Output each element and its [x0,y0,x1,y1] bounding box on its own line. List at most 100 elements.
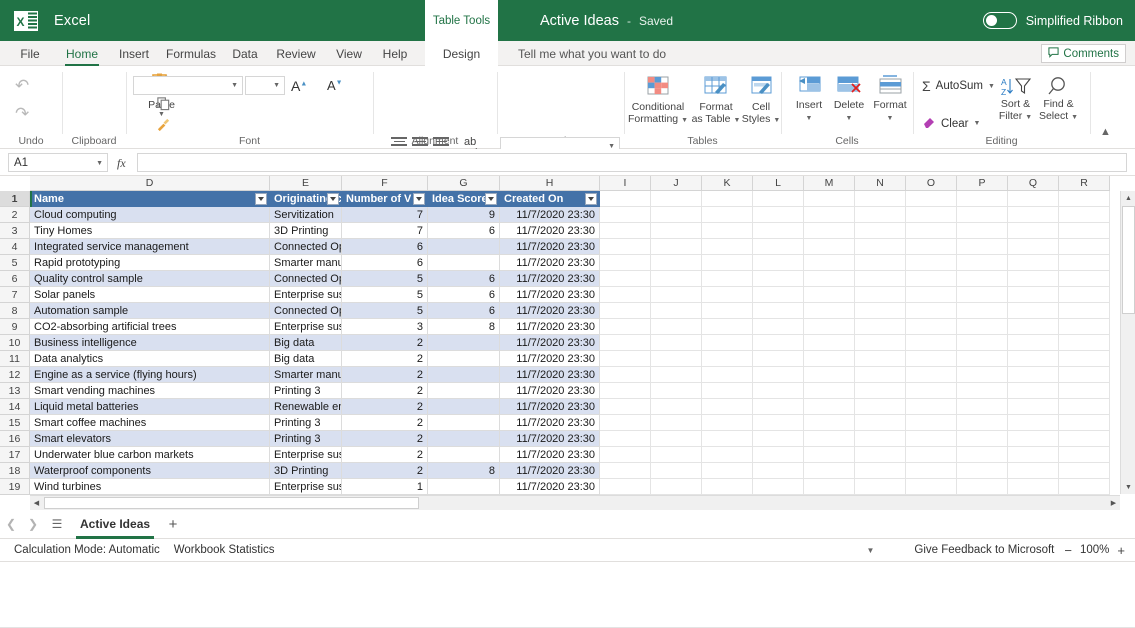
cell-empty-r4-c7[interactable] [702,239,753,255]
insert-cells-button[interactable]: Insert▼ [790,74,828,124]
cell-r8-c3[interactable]: 6 [428,303,500,319]
cell-r5-c3[interactable] [428,255,500,271]
cell-empty-r6-c10[interactable] [855,271,906,287]
cell-empty-r10-c12[interactable] [957,335,1008,351]
row-header-7[interactable]: 7 [0,287,30,303]
cell-empty-r13-c12[interactable] [957,383,1008,399]
tab-help[interactable]: Help [374,41,416,66]
cell-empty-r2-c9[interactable] [804,207,855,223]
cell-r19-c3[interactable] [428,479,500,495]
zoom-level-label[interactable]: 100% [1080,544,1109,556]
cell-empty-r19-c12[interactable] [957,479,1008,495]
cell-r6-c1[interactable]: Connected Oper [270,271,342,287]
column-header-g[interactable]: G [428,176,500,191]
vertical-scroll-thumb[interactable] [1122,206,1135,314]
cell-r16-c1[interactable]: Printing 3 [270,431,342,447]
autosum-button[interactable]: Σ AutoSum ▼ [922,78,995,94]
cell-empty-header-13[interactable] [1008,191,1059,207]
fs-dropdown-caret[interactable]: ▼ [1071,114,1078,121]
cell-empty-r4-c14[interactable] [1059,239,1110,255]
cell-r10-c2[interactable]: 2 [342,335,428,351]
chevron-right-icon[interactable]: ❯ [22,517,44,531]
cell-empty-r13-c11[interactable] [906,383,957,399]
filter-dropdown-icon[interactable] [413,193,425,205]
scroll-left-button[interactable]: ◀ [30,497,43,509]
cell-empty-r17-c5[interactable] [600,447,651,463]
horizontal-scroll-thumb[interactable] [44,497,419,509]
cell-empty-r16-c5[interactable] [600,431,651,447]
cell-empty-r7-c10[interactable] [855,287,906,303]
filter-dropdown-icon[interactable] [485,193,497,205]
cell-empty-r5-c6[interactable] [651,255,702,271]
cell-empty-r10-c9[interactable] [804,335,855,351]
cell-r12-c2[interactable]: 2 [342,367,428,383]
font-size-input[interactable]: ▼ [245,76,285,95]
column-header-k[interactable]: K [702,176,753,191]
cell-r6-c2[interactable]: 5 [342,271,428,287]
zoom-out-button[interactable]: − [1064,543,1072,558]
cell-empty-r14-c7[interactable] [702,399,753,415]
cell-empty-r13-c8[interactable] [753,383,804,399]
cell-empty-r3-c9[interactable] [804,223,855,239]
cell-empty-r4-c6[interactable] [651,239,702,255]
cell-r2-c1[interactable]: Servitization [270,207,342,223]
cell-empty-r15-c14[interactable] [1059,415,1110,431]
add-sheet-button[interactable]: + [160,516,186,533]
cs-dropdown-caret[interactable]: ▼ [773,117,780,124]
comments-button[interactable]: Comments [1041,44,1126,63]
row-header-12[interactable]: 12 [0,367,30,383]
cell-empty-r12-c7[interactable] [702,367,753,383]
cell-empty-r10-c8[interactable] [753,335,804,351]
cell-empty-r8-c6[interactable] [651,303,702,319]
cell-r16-c0[interactable]: Smart elevators [30,431,270,447]
cell-empty-r4-c8[interactable] [753,239,804,255]
cell-empty-r17-c14[interactable] [1059,447,1110,463]
align-middle-button[interactable] [412,137,428,148]
cell-empty-r6-c13[interactable] [1008,271,1059,287]
cell-r8-c4[interactable]: 11/7/2020 23:30 [500,303,600,319]
row-header-2[interactable]: 2 [0,207,30,223]
cell-empty-r2-c14[interactable] [1059,207,1110,223]
cell-r7-c0[interactable]: Solar panels [30,287,270,303]
cell-r8-c1[interactable]: Connected Oper [270,303,342,319]
format-dropdown-caret[interactable]: ▼ [887,115,894,122]
cell-empty-r5-c7[interactable] [702,255,753,271]
cell-empty-r18-c14[interactable] [1059,463,1110,479]
cell-empty-r18-c13[interactable] [1008,463,1059,479]
cell-r16-c3[interactable] [428,431,500,447]
cell-empty-r7-c7[interactable] [702,287,753,303]
cell-empty-r10-c14[interactable] [1059,335,1110,351]
cell-empty-r3-c6[interactable] [651,223,702,239]
cell-empty-r8-c5[interactable] [600,303,651,319]
cell-empty-r16-c11[interactable] [906,431,957,447]
cell-r5-c0[interactable]: Rapid prototyping [30,255,270,271]
cell-empty-r19-c10[interactable] [855,479,906,495]
cell-empty-r15-c12[interactable] [957,415,1008,431]
cell-empty-r17-c6[interactable] [651,447,702,463]
column-header-l[interactable]: L [753,176,804,191]
cell-empty-r9-c10[interactable] [855,319,906,335]
column-header-p[interactable]: P [957,176,1008,191]
cell-empty-r7-c12[interactable] [957,287,1008,303]
cell-empty-r8-c13[interactable] [1008,303,1059,319]
cell-empty-r8-c10[interactable] [855,303,906,319]
cell-r4-c0[interactable]: Integrated service management [30,239,270,255]
cell-r9-c4[interactable]: 11/7/2020 23:30 [500,319,600,335]
cell-empty-r14-c9[interactable] [804,399,855,415]
cell-empty-r11-c14[interactable] [1059,351,1110,367]
cell-empty-r18-c8[interactable] [753,463,804,479]
cell-empty-r8-c8[interactable] [753,303,804,319]
cell-empty-header-7[interactable] [702,191,753,207]
find-select-button[interactable]: Find &Select▼ [1036,76,1081,123]
cell-empty-r16-c10[interactable] [855,431,906,447]
cell-empty-r3-c11[interactable] [906,223,957,239]
cell-r12-c0[interactable]: Engine as a service (flying hours) [30,367,270,383]
cell-empty-r17-c10[interactable] [855,447,906,463]
tab-review[interactable]: Review [269,41,323,66]
cell-empty-r15-c9[interactable] [804,415,855,431]
cell-r10-c3[interactable] [428,335,500,351]
cell-empty-r6-c14[interactable] [1059,271,1110,287]
tell-me-search[interactable]: Tell me what you want to do [518,41,666,66]
cell-empty-r2-c11[interactable] [906,207,957,223]
column-header-h[interactable]: H [500,176,600,191]
